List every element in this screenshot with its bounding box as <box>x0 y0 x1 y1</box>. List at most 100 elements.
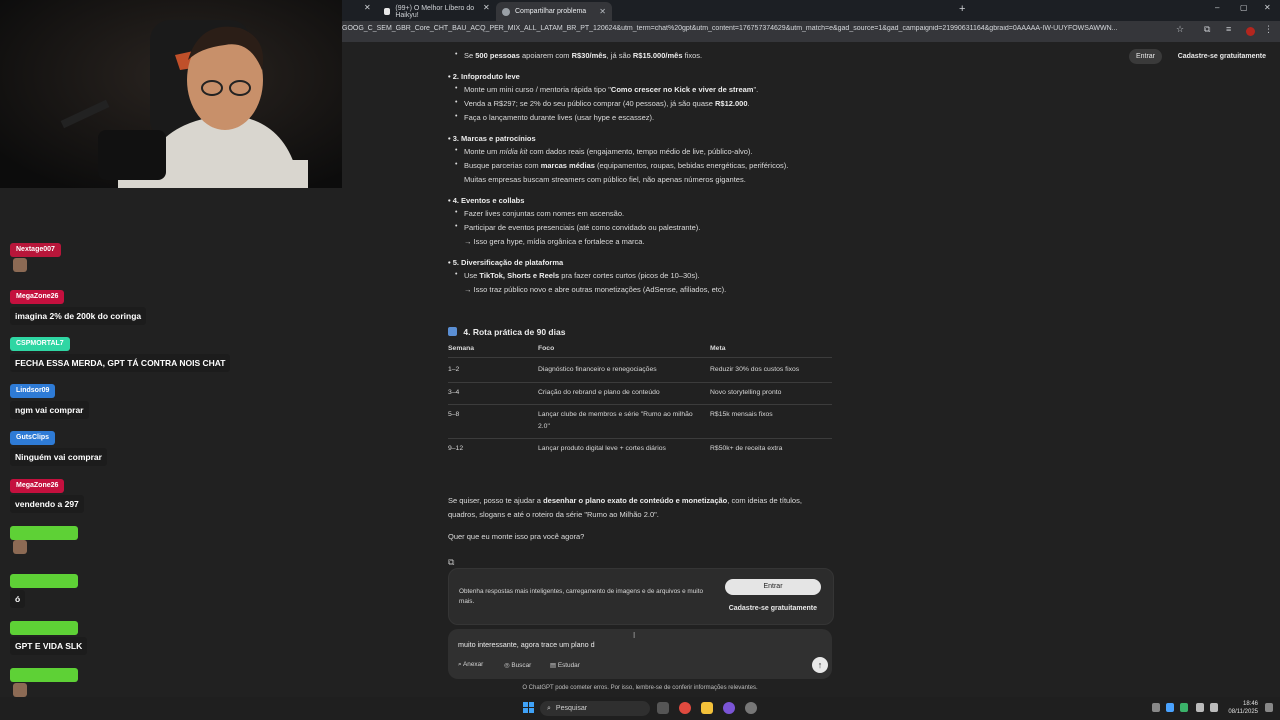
table-divider <box>448 404 832 405</box>
chat-username[interactable]: MegaZone26 <box>10 290 65 304</box>
profile-icon[interactable] <box>1246 27 1255 36</box>
text-run: fixos. <box>682 51 703 60</box>
study-button[interactable]: ▤ Estudar <box>550 661 580 669</box>
attach-button[interactable]: ⌕ Anexar <box>458 661 483 669</box>
text-run: Se <box>464 51 476 60</box>
message-input[interactable]: muito interessante, agora trace um plano… <box>458 640 595 649</box>
response-line: Venda a R$297; se 2% do seu público comp… <box>464 99 750 108</box>
star-icon[interactable]: ☆ <box>1176 24 1184 35</box>
table-cell: R$50k+ de receita extra <box>710 445 783 452</box>
tab-close-icon[interactable]: ✕ <box>483 3 490 12</box>
promo-login-button[interactable]: Entrar <box>725 579 821 595</box>
tab-label: Compartilhar problema <box>515 8 587 15</box>
text-run: Muitas empresas buscam streamers com púb… <box>464 175 746 184</box>
new-tab-icon[interactable]: + <box>959 3 965 15</box>
chat-username[interactable]: Lindsor09 <box>10 384 56 398</box>
tray-icon[interactable] <box>1180 703 1188 712</box>
chat-username[interactable] <box>10 668 78 682</box>
tab-youtube[interactable]: (99+) O Melhor Líbero do Haikyu! <box>378 2 496 21</box>
tab-chatgpt[interactable]: Compartilhar problema ✕ <box>496 2 612 21</box>
table-cell: Reduzir 30% dos custos fixos <box>710 366 800 373</box>
webcam-image <box>0 0 342 188</box>
tiktok-icon <box>384 8 391 15</box>
bullet-icon: • <box>455 99 458 106</box>
table-header: Foco <box>538 345 555 352</box>
chat-message: ó <box>10 590 26 608</box>
copy-icon[interactable]: ⧉ <box>448 557 454 568</box>
chat-message: GPT E VIDA SLK <box>10 637 88 655</box>
chrome-icon[interactable] <box>679 702 691 714</box>
table-cell: Criação do rebrand e plano de conteúdo <box>538 389 660 396</box>
chat-message: vendendo a 297 <box>10 495 84 513</box>
response-line: → Isso gera hype, mídia orgânica e forta… <box>464 237 645 246</box>
bullet-icon: • <box>455 85 458 92</box>
chat-username[interactable]: CSPMORTAL7 <box>10 337 70 351</box>
heading-text: 2. Infoproduto leve <box>452 72 520 81</box>
table-header: Semana <box>448 345 475 352</box>
text-run: , já são <box>606 51 633 60</box>
menu-icon[interactable]: ≡ <box>1226 24 1231 34</box>
message-composer: muito interessante, agora trace um plano… <box>448 629 832 679</box>
chat-username[interactable]: Nextage007 <box>10 243 61 257</box>
heading-text: 5. Diversificação de plataforma <box>452 258 564 267</box>
closing-line-1b: quadros, slogans e até o roteiro da séri… <box>448 510 659 519</box>
tray-icon[interactable] <box>1166 703 1174 712</box>
bold-run: TikTok, Shorts e Reels <box>479 271 560 280</box>
tray-icon[interactable] <box>1152 703 1160 712</box>
bold-run: marcas médias <box>540 161 595 170</box>
extensions-icon[interactable]: ⧉ <box>1204 24 1210 35</box>
volume-icon[interactable] <box>1210 703 1218 712</box>
bullet-icon: • <box>455 113 458 120</box>
url-field[interactable]: GOOG_C_SEM_GBR_Core_CHT_BAU_ACQ_PER_MIX_… <box>342 25 1170 32</box>
chat-message: imagina 2% de 200k do coringa <box>10 307 147 325</box>
response-line: Participar de eventos presenciais (até c… <box>464 223 700 232</box>
response-line: Use TikTok, Shorts e Reels pra fazer cor… <box>464 271 700 280</box>
text-run: pra fazer cortes curtos (picos de 10–30s… <box>559 271 700 280</box>
windows-start-icon[interactable] <box>523 702 535 714</box>
section-heading: • 2. Infoproduto leve <box>448 72 520 81</box>
taskbar-search[interactable]: ⌕ Pesquisar <box>540 701 650 716</box>
tab-label: (99+) O Melhor Líbero do Haikyu! <box>395 4 475 19</box>
notification-icon[interactable] <box>1265 703 1273 712</box>
window-close-icon[interactable]: ✕ <box>1264 3 1271 12</box>
table-cell: Novo storytelling pronto <box>710 389 782 396</box>
text-run: Busque parcerias com <box>464 161 541 170</box>
text-cursor-icon: I <box>633 631 636 640</box>
more-icon[interactable]: ⋮ <box>1264 24 1273 35</box>
checkbox-emoji-icon <box>448 327 457 336</box>
bullet-icon: • <box>455 209 458 216</box>
chat-username[interactable] <box>10 574 78 588</box>
close-icon[interactable]: ✕ <box>599 7 606 16</box>
chat-emote-icon <box>13 540 27 554</box>
heading-text: 3. Marcas e patrocínios <box>452 134 536 143</box>
chat-username[interactable] <box>10 526 78 540</box>
tab-close-icon[interactable]: ✕ <box>364 3 371 12</box>
maximize-icon[interactable]: ▢ <box>1240 3 1248 12</box>
bold-run: R$12.000 <box>715 99 748 108</box>
tool-label: Anexar <box>463 661 484 668</box>
chat-username[interactable] <box>10 621 78 635</box>
section-heading: • 3. Marcas e patrocínios <box>448 134 536 143</box>
table-cell: Lançar produto digital leve + cortes diá… <box>538 445 666 452</box>
discord-icon[interactable] <box>723 702 735 714</box>
chat-username[interactable]: GutsClips <box>10 431 56 445</box>
bold-run: R$15.000/mês <box>632 51 683 60</box>
promo-signup-button[interactable]: Cadastre-se gratuitamente <box>729 605 817 612</box>
file-explorer-icon[interactable] <box>701 702 713 714</box>
wifi-icon[interactable] <box>1196 703 1204 712</box>
signup-button[interactable]: Cadastre-se gratuitamente <box>1172 49 1272 64</box>
minimize-icon[interactable]: – <box>1215 3 1219 12</box>
closing-text: Se quiser, posso te ajudar a <box>448 496 544 505</box>
clock[interactable]: 18:46 08/11/2025 <box>1228 700 1258 716</box>
search-button[interactable]: ◎ Buscar <box>504 661 531 669</box>
closing-line-2: Quer que eu monte isso pra você agora? <box>448 532 585 541</box>
chat-emote-icon <box>13 258 27 272</box>
stream-chat: Nextage007 MegaZone26 imagina 2% de 200k d… <box>0 188 342 720</box>
chat-username[interactable]: MegaZone26 <box>10 479 65 493</box>
bullet-icon: • <box>455 147 458 154</box>
task-view-icon[interactable] <box>657 702 669 714</box>
text-run: → Isso gera hype, mídia orgânica e forta… <box>464 237 645 246</box>
send-button[interactable]: ↑ <box>812 657 828 673</box>
login-button[interactable]: Entrar <box>1128 49 1162 64</box>
obs-icon[interactable] <box>745 702 757 714</box>
